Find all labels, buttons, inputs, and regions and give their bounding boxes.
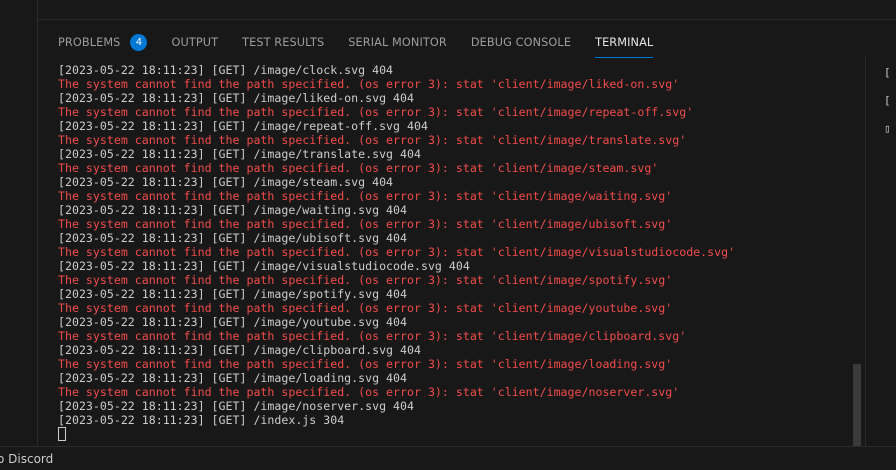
terminal-output[interactable]: [2023-05-22 18:11:23] [GET] /image/clock…: [58, 63, 848, 447]
terminal-scrollbar-thumb[interactable]: [853, 364, 861, 447]
tab-debug-console[interactable]: DEBUG CONSOLE: [471, 28, 571, 56]
terminal-log-line: [2023-05-22 18:11:23] [GET] /image/spoti…: [58, 287, 408, 301]
terminal-error-line: The system cannot find the path specifie…: [58, 301, 673, 315]
tab-test-results[interactable]: TEST RESULTS: [242, 28, 324, 56]
terminal-error-line: The system cannot find the path specifie…: [58, 133, 687, 147]
terminal-log-line: [2023-05-22 18:11:23] [GET] /image/liked…: [58, 91, 414, 105]
terminal-log-line: [2023-05-22 18:11:23] [GET] /image/waiti…: [58, 203, 408, 217]
terminal-error-line: The system cannot find the path specifie…: [58, 189, 673, 203]
problems-count-badge: 4: [130, 33, 148, 51]
terminal-prompt-line: [58, 427, 848, 441]
tab-serial-monitor-label: SERIAL MONITOR: [348, 35, 447, 49]
terminal-log-line: [2023-05-22 18:11:23] [GET] /image/repea…: [58, 119, 428, 133]
tab-output[interactable]: OUTPUT: [171, 28, 218, 56]
terminal-error-line: The system cannot find the path specifie…: [58, 105, 694, 119]
terminal-lines: [2023-05-22 18:11:23] [GET] /image/clock…: [58, 63, 848, 427]
terminal-error-line: The system cannot find the path specifie…: [58, 273, 673, 287]
terminal-error-line: The system cannot find the path specifie…: [58, 329, 687, 343]
editor-top-strip: [38, 0, 896, 20]
tab-terminal-label: TERMINAL: [595, 35, 654, 49]
terminal-instance-item[interactable]: ▯: [884, 122, 896, 136]
terminal-error-line: The system cannot find the path specifie…: [58, 385, 680, 399]
terminal-instance-item[interactable]: [: [884, 66, 896, 80]
terminal-log-line: [2023-05-22 18:11:23] [GET] /image/trans…: [58, 147, 421, 161]
tab-problems-label: PROBLEMS: [58, 35, 121, 49]
terminal-log-line: [2023-05-22 18:11:23] [GET] /image/ubiso…: [58, 231, 408, 245]
status-bar: o Discord: [0, 446, 896, 470]
terminal-log-line: [2023-05-22 18:11:23] [GET] /image/steam…: [58, 175, 394, 189]
activity-gutter: [0, 0, 38, 447]
tab-test-results-label: TEST RESULTS: [242, 35, 325, 49]
tab-problems[interactable]: PROBLEMS 4: [58, 28, 148, 56]
terminal-instance-list: [ [ ▯: [884, 66, 896, 150]
status-discord-text[interactable]: o Discord: [0, 452, 53, 466]
terminal-instance-item[interactable]: [: [884, 94, 896, 108]
terminal-cursor: [58, 427, 66, 441]
terminal-error-line: The system cannot find the path specifie…: [58, 245, 736, 259]
terminal-error-line: The system cannot find the path specifie…: [58, 217, 673, 231]
terminal-log-line: [2023-05-22 18:11:23] [GET] /image/youtu…: [58, 315, 408, 329]
terminal-error-line: The system cannot find the path specifie…: [58, 77, 680, 91]
terminal-log-line: [2023-05-22 18:11:23] [GET] /image/clipb…: [58, 343, 421, 357]
terminal-log-line: [2023-05-22 18:11:23] [GET] /image/visua…: [58, 259, 470, 273]
terminal-error-line: The system cannot find the path specifie…: [58, 357, 673, 371]
terminal-tabs-divider: [865, 55, 866, 447]
terminal-error-line: The system cannot find the path specifie…: [58, 161, 659, 175]
panel-tabs: PROBLEMS 4 OUTPUT TEST RESULTS SERIAL MO…: [58, 28, 677, 58]
terminal-log-line: [2023-05-22 18:11:23] [GET] /image/loadi…: [58, 371, 408, 385]
bottom-panel: PROBLEMS 4 OUTPUT TEST RESULTS SERIAL MO…: [38, 20, 896, 447]
terminal-log-line: [2023-05-22 18:11:23] [GET] /index.js 30…: [58, 413, 345, 427]
tab-terminal[interactable]: TERMINAL: [595, 28, 654, 58]
tab-debug-console-label: DEBUG CONSOLE: [470, 35, 572, 49]
tab-output-label: OUTPUT: [171, 35, 219, 49]
tab-serial-monitor[interactable]: SERIAL MONITOR: [348, 28, 447, 56]
terminal-log-line: [2023-05-22 18:11:23] [GET] /image/noser…: [58, 399, 414, 413]
terminal-log-line: [2023-05-22 18:11:23] [GET] /image/clock…: [58, 63, 394, 77]
